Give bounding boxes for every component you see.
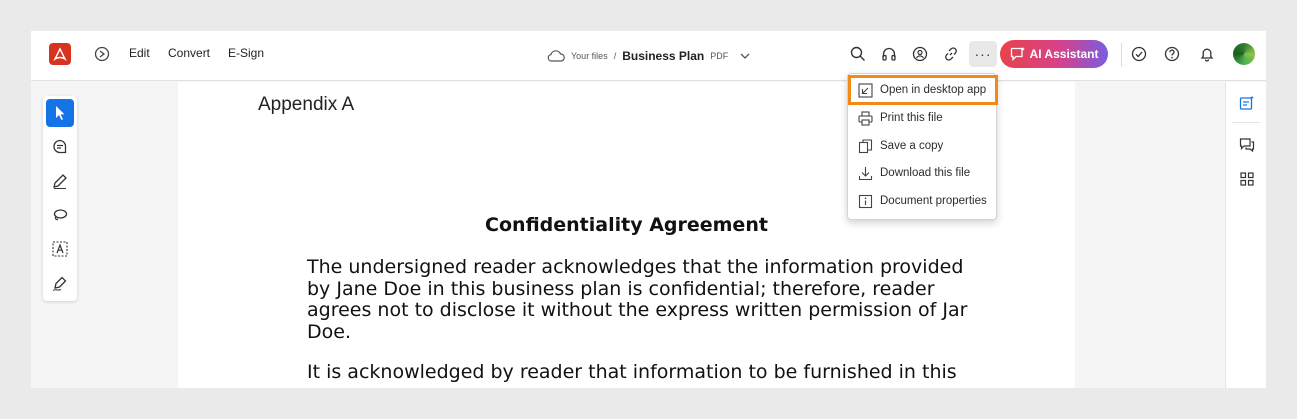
menu-esign[interactable]: E-Sign (228, 46, 264, 60)
menu-item-save-copy[interactable]: Save a copy (850, 133, 996, 159)
toolbar-divider (1121, 43, 1122, 67)
more-options-button[interactable]: ··· (969, 41, 997, 67)
paragraph-line: The undersigned reader acknowledges that… (307, 256, 964, 278)
menu-convert[interactable]: Convert (168, 46, 210, 60)
comments-panel-icon[interactable] (1236, 134, 1258, 156)
menu-edit[interactable]: Edit (129, 46, 150, 60)
paragraph-line: agrees not to disclose it without the ex… (307, 299, 968, 321)
help-icon[interactable] (1161, 43, 1183, 65)
checkmark-circle-icon[interactable] (1128, 43, 1150, 65)
ai-assistant-icon (1010, 47, 1026, 61)
cloud-icon (547, 50, 565, 62)
lasso-tool-icon[interactable] (46, 201, 74, 229)
printer-icon (858, 110, 873, 126)
draw-pencil-tool-icon[interactable] (46, 167, 74, 195)
file-type-badge: PDF (710, 51, 729, 61)
chevron-down-icon[interactable] (740, 52, 750, 60)
select-cursor-tool[interactable] (46, 99, 74, 127)
share-user-icon[interactable] (909, 43, 931, 65)
ai-assistant-button[interactable]: AI Assistant (1000, 40, 1108, 68)
comment-tool-icon[interactable] (46, 133, 74, 161)
breadcrumb: Your files / Business Plan PDF (547, 31, 750, 81)
grid-apps-icon[interactable] (1236, 168, 1258, 190)
home-history-icon[interactable] (91, 43, 113, 65)
right-panel-rail (1225, 82, 1266, 388)
top-toolbar: Edit Convert E-Sign Your files / Busines… (31, 31, 1266, 81)
read-aloud-headphones-icon[interactable] (878, 43, 900, 65)
appendix-heading: Appendix A (258, 94, 355, 115)
acknowledgement-paragraph: It is acknowledged by reader that inform… (307, 361, 957, 384)
text-box-tool-icon[interactable] (46, 235, 74, 263)
breadcrumb-folder[interactable]: Your files (571, 51, 608, 61)
more-options-menu: Open in desktop app Print this file Save… (847, 73, 998, 220)
menu-item-label: Open in desktop app (880, 84, 987, 96)
ai-summary-panel-icon[interactable] (1236, 92, 1258, 114)
breadcrumb-separator: / (613, 51, 617, 61)
link-icon[interactable] (940, 43, 962, 65)
user-avatar[interactable] (1233, 43, 1255, 65)
confidentiality-paragraph: The undersigned reader acknowledges that… (307, 256, 968, 343)
paragraph-line: It is acknowledged by reader that inform… (307, 361, 957, 383)
rail-divider (1232, 122, 1260, 123)
menu-item-label: Document properties (880, 195, 987, 207)
menu-item-label: Save a copy (880, 140, 944, 152)
download-icon (858, 166, 873, 181)
search-icon[interactable] (847, 43, 869, 65)
menu-item-print[interactable]: Print this file (850, 105, 996, 131)
acrobat-logo-icon[interactable] (49, 43, 71, 65)
sign-pen-tool-icon[interactable] (46, 269, 74, 297)
menu-item-open-desktop[interactable]: Open in desktop app (848, 75, 998, 105)
menu-item-download[interactable]: Download this file (850, 160, 996, 186)
info-icon (858, 194, 873, 209)
file-name[interactable]: Business Plan (622, 49, 704, 63)
open-external-icon (858, 82, 873, 98)
bell-notification-icon[interactable] (1196, 43, 1218, 65)
paragraph-line: by Jane Doe in this business plan is con… (307, 277, 935, 300)
menu-item-label: Print this file (880, 112, 943, 124)
copy-icon (858, 138, 873, 154)
paragraph-line: Doe. (307, 320, 351, 343)
menu-item-properties[interactable]: Document properties (850, 188, 996, 214)
ai-assistant-label: AI Assistant (1029, 47, 1099, 61)
menu-item-label: Download this file (880, 167, 971, 179)
left-tool-rail (43, 96, 77, 301)
app-window: Edit Convert E-Sign Your files / Busines… (31, 31, 1266, 388)
